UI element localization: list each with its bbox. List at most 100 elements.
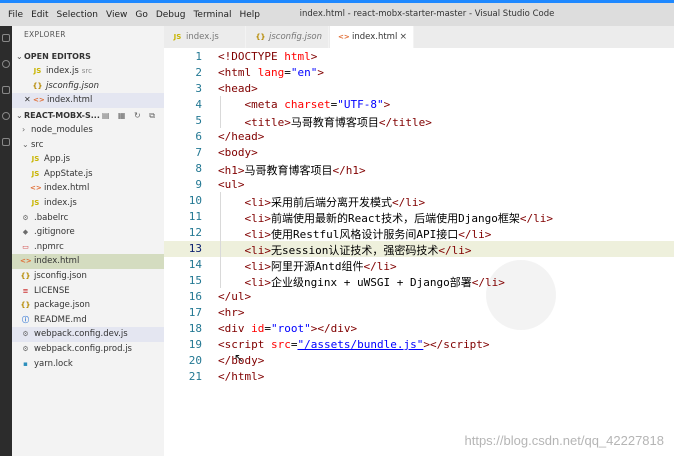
code-line: <!DOCTYPE html>	[218, 50, 318, 63]
line-number: 18	[188, 322, 202, 335]
license-icon: ≡	[22, 286, 29, 295]
tree-item-label: yarn.lock	[34, 358, 73, 369]
tree-item-label: src	[31, 139, 44, 150]
tree-item-folder[interactable]: › node_modules	[12, 123, 164, 138]
yarn-icon: ▪	[23, 359, 28, 368]
open-editor-item-active[interactable]: ✕ <> index.html	[12, 93, 164, 108]
line-number: 7	[195, 146, 202, 159]
code-line: <li>无session认证技术，强密码技术</li>	[244, 244, 472, 257]
window-title: index.html - react-mobx-starter-master -…	[299, 9, 555, 19]
tab-label: index.js	[186, 32, 219, 42]
npm-icon: ▭	[22, 242, 29, 251]
chevron-down-icon: ⌄	[22, 139, 29, 149]
open-editor-item[interactable]: {} jsconfig.json	[12, 79, 164, 94]
debug-icon[interactable]	[2, 112, 10, 120]
tree-item-file[interactable]: <> index.html	[12, 181, 164, 196]
tree-item-file-active[interactable]: <> index.html	[12, 254, 164, 269]
tree-item-file[interactable]: ⚙ webpack.config.prod.js	[12, 342, 164, 357]
info-icon: ⓘ	[22, 315, 29, 324]
line-number: 9	[195, 178, 202, 191]
cursor-ripple	[486, 260, 556, 330]
line-number: 4	[195, 98, 202, 111]
tab-jsconfig-json[interactable]: {} jsconfig.json	[247, 26, 329, 48]
line-number: 21	[188, 370, 202, 383]
close-icon[interactable]: ×	[399, 26, 407, 48]
js-file-icon: JS	[31, 169, 40, 178]
line-number: 11	[188, 210, 202, 223]
tree-item-label: index.js	[44, 198, 77, 208]
activity-bar	[0, 26, 12, 456]
search-icon[interactable]	[2, 60, 10, 68]
tree-item-file[interactable]: ≡ LICENSE	[12, 284, 164, 299]
tree-item-label: webpack.config.dev.js	[34, 329, 128, 340]
open-editor-item[interactable]: JS index.js src	[12, 64, 164, 79]
open-editor-label: index.html	[47, 95, 93, 106]
chevron-right-icon: ›	[22, 125, 26, 134]
json-file-icon: {}	[255, 33, 266, 41]
tree-item-file[interactable]: ◆ .gitignore	[12, 225, 164, 240]
gear-icon: ⚙	[22, 330, 29, 339]
html-file-icon: <>	[33, 96, 45, 105]
tree-item-file-hover[interactable]: ⚙ webpack.config.dev.js	[12, 327, 164, 342]
gear-icon: ⚙	[22, 213, 29, 222]
line-number-current: 13	[188, 242, 202, 255]
tab-index-html[interactable]: <> index.html ×	[330, 26, 414, 48]
tree-item-label: package.json	[34, 300, 90, 311]
code-line: </html>	[218, 370, 265, 383]
tree-item-label: README.md	[34, 314, 87, 325]
tree-item-file[interactable]: {} jsconfig.json	[12, 269, 164, 284]
tree-item-file[interactable]: {} package.json	[12, 298, 164, 313]
tree-item-label: .babelrc	[34, 212, 69, 223]
code-line: <html lang="en">	[218, 66, 324, 79]
tree-item-file[interactable]: ⓘ README.md	[12, 313, 164, 328]
tree-item-file[interactable]: JS index.js	[12, 196, 164, 211]
js-file-icon: JS	[31, 155, 40, 164]
js-file-icon: JS	[33, 67, 42, 75]
js-file-icon: JS	[31, 199, 40, 207]
tab-label: jsconfig.json	[269, 32, 323, 42]
line-number: 8	[195, 162, 202, 175]
code-line: <li>阿里开源Antd组件</li>	[244, 260, 397, 273]
explorer-icon[interactable]	[2, 34, 10, 42]
code-line: <hr>	[218, 306, 245, 319]
code-line: <li>企业级nginx + uWSGI + Django部署</li>	[244, 276, 505, 289]
tree-item-file[interactable]: JS App.js	[12, 152, 164, 167]
code-editor[interactable]: 1 2 3 4 5 6 7 8 9 10 11 12 13 14 15 16 1…	[164, 48, 674, 456]
source-control-icon[interactable]	[2, 86, 10, 94]
html-file-icon: <>	[338, 33, 350, 41]
code-line: <div id="root"></div>	[218, 322, 358, 335]
extensions-icon[interactable]	[2, 138, 10, 146]
open-editors-header[interactable]: ⌄OPEN EDITORS	[12, 50, 164, 64]
mouse-pointer-icon: ↖	[234, 351, 245, 365]
explorer-sidebar: EXPLORER ⌄OPEN EDITORS JS index.js src {} j…	[12, 26, 164, 456]
explorer-toolbar-icons[interactable]: ▤ ▦ ↻ ⧉	[102, 109, 158, 123]
watermark: https://blog.csdn.net/qq_42227818	[464, 433, 665, 448]
json-file-icon: {}	[20, 301, 31, 310]
tree-item-file[interactable]: JS AppState.js	[12, 167, 164, 182]
title-bar: File Edit Selection View Go Debug Termin…	[0, 3, 674, 26]
project-header[interactable]: ⌄REACT-MOBX-S... ▤ ▦ ↻ ⧉	[12, 109, 164, 123]
js-file-icon: JS	[173, 33, 182, 41]
json-file-icon: {}	[32, 81, 43, 90]
line-number: 17	[188, 306, 202, 319]
json-file-icon: {}	[20, 272, 31, 280]
tree-item-label: index.html	[44, 183, 90, 194]
explorer-title: EXPLORER	[24, 30, 66, 39]
code-line: <head>	[218, 82, 258, 95]
open-editor-folder: src	[81, 67, 92, 75]
tree-item-file[interactable]: ▭ .npmrc	[12, 240, 164, 255]
code-line: <li>前端使用最新的React技术，后端使用Django框架</li>	[244, 212, 553, 225]
tab-label: index.html	[352, 32, 398, 42]
code-line: <ul>	[218, 178, 245, 191]
code-line: <script src="/assets/bundle.js"></script…	[218, 338, 490, 351]
tree-item-file[interactable]: ▪ yarn.lock	[12, 357, 164, 372]
tree-item-file[interactable]: ⚙ .babelrc	[12, 211, 164, 226]
line-number: 10	[188, 194, 202, 207]
line-number: 5	[195, 114, 202, 127]
tab-index-js[interactable]: JS index.js	[164, 26, 246, 48]
tree-item-label: App.js	[44, 154, 71, 165]
tree-item-folder[interactable]: ⌄ src	[12, 138, 164, 153]
editor-tabs: JS index.js {} jsconfig.json <> index.html ×	[164, 26, 674, 48]
close-icon[interactable]: ✕	[24, 93, 33, 108]
line-number: 3	[195, 82, 202, 95]
